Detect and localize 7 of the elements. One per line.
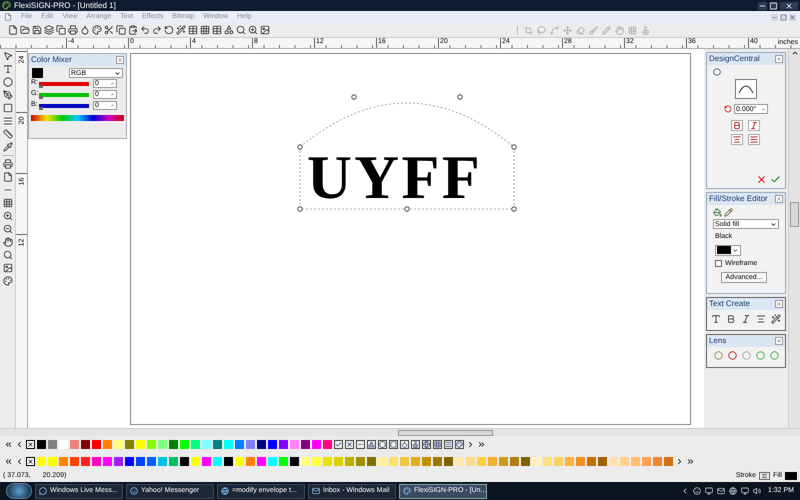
panel-title: Text Create [709, 298, 750, 310]
window-title: FlexiSIGN-PRO - [Untitled 1] [14, 0, 116, 12]
panel-title: DesignCentral [709, 53, 760, 65]
panel-title: Color Mixer [31, 54, 72, 66]
envelope-text: UYFF [307, 152, 482, 204]
panel-title: Lens [709, 335, 726, 347]
panel-title: Fill/Stroke Editor [709, 193, 768, 205]
